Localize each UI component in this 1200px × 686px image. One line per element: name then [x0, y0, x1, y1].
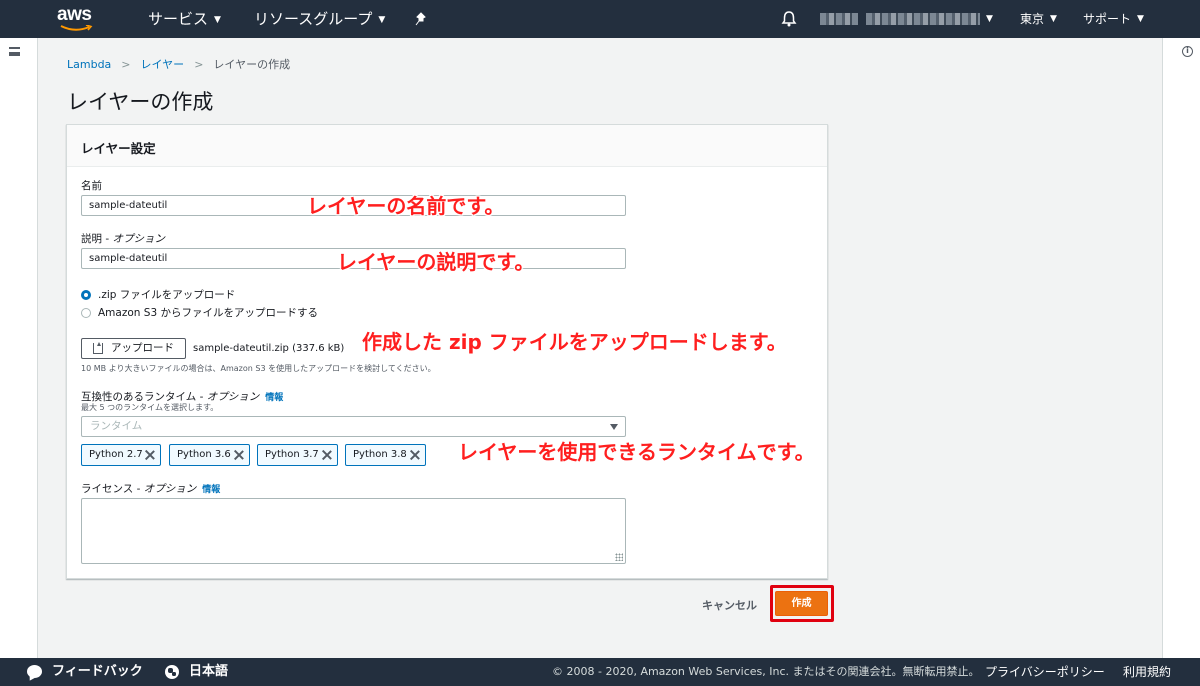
region-menu[interactable]: 東京 ▼ [1020, 0, 1057, 38]
runtime-select[interactable]: ランタイム [81, 416, 626, 437]
chevron-down-icon: ▼ [1050, 14, 1057, 24]
terms-link[interactable]: 利用規約 [1123, 658, 1171, 686]
account-menu-caret[interactable]: ▼ [986, 0, 993, 38]
runtime-placeholder: ランタイム [90, 420, 143, 432]
aws-smile-icon [60, 25, 93, 31]
chevron-right-icon: > [194, 58, 204, 71]
support-label: サポート [1083, 12, 1132, 26]
account-name-redacted [820, 13, 858, 25]
account-name-redacted [866, 13, 980, 25]
close-icon[interactable] [145, 450, 155, 460]
chevron-down-icon: ▼ [378, 15, 386, 25]
top-navigation: aws サービス ▼ リソースグループ ▼ ▼ 東京 ▼ サポート ▼ [0, 0, 1200, 38]
description-label: 説明 - オプション [81, 233, 165, 245]
resize-handle-icon[interactable] [615, 553, 623, 561]
license-label-text: ライセンス [81, 483, 134, 495]
right-help-rail: i [1162, 38, 1200, 658]
pin-icon[interactable] [414, 0, 428, 38]
language-selector[interactable]: 日本語 [189, 658, 228, 686]
support-menu[interactable]: サポート ▼ [1083, 0, 1144, 38]
hamburger-icon[interactable] [9, 47, 20, 56]
runtime-token-label: Python 3.7 [265, 449, 319, 460]
optional-label: オプション [143, 483, 197, 495]
resource-groups-label: リソースグループ [254, 10, 373, 28]
chevron-down-icon: ▼ [214, 15, 221, 25]
runtime-token: Python 3.8 [345, 444, 426, 466]
annotation-name: レイヤーの名前です。 [307, 194, 505, 218]
create-button[interactable]: 作成 [775, 591, 828, 616]
license-info-link[interactable]: 情報 [202, 485, 220, 495]
footer: フィードバック 日本語 © 2008 - 2020, Amazon Web Se… [0, 658, 1200, 686]
close-icon[interactable] [234, 450, 244, 460]
left-navigation-rail [0, 38, 38, 658]
description-label-text: 説明 [81, 233, 102, 245]
runtime-sublabel: 最大 5 つのランタイムを選択します。 [81, 403, 219, 412]
annotation-runtime: レイヤーを使用できるランタイムです。 [458, 440, 815, 464]
breadcrumb-lambda[interactable]: Lambda [67, 58, 111, 71]
resource-groups-menu[interactable]: リソースグループ ▼ [254, 0, 385, 38]
close-icon[interactable] [322, 450, 332, 460]
feedback-icon [27, 665, 42, 678]
runtime-token: Python 3.7 [257, 444, 338, 466]
caret-down-icon [610, 424, 618, 430]
feedback-link[interactable]: フィードバック [52, 658, 143, 686]
services-menu[interactable]: サービス ▼ [148, 0, 221, 38]
bell-icon[interactable] [781, 0, 797, 38]
close-icon[interactable] [410, 450, 420, 460]
runtime-token: Python 3.6 [169, 444, 250, 466]
uploaded-filename: sample-dateutil.zip (337.6 kB) [193, 343, 345, 354]
globe-icon [165, 665, 179, 679]
aws-logo[interactable]: aws [57, 4, 99, 34]
region-label: 東京 [1020, 12, 1045, 26]
license-textarea[interactable] [81, 498, 626, 564]
optional-label: オプション [112, 233, 165, 245]
radio-label: Amazon S3 からファイルをアップロードする [98, 307, 318, 319]
info-icon[interactable]: i [1182, 46, 1193, 57]
chevron-down-icon: ▼ [1137, 14, 1144, 24]
upload-button[interactable]: アップロード [81, 338, 186, 359]
upload-icon [93, 342, 103, 354]
breadcrumb-current: レイヤーの作成 [213, 58, 291, 71]
panel-title: レイヤー設定 [81, 141, 156, 156]
cancel-button[interactable]: キャンセル [702, 597, 757, 613]
chevron-right-icon: > [121, 58, 131, 71]
radio-unchecked[interactable] [81, 308, 91, 318]
breadcrumb-layers[interactable]: レイヤー [141, 58, 185, 71]
license-label: ライセンス - オプション 情報 [81, 483, 221, 495]
upload-button-label: アップロード [111, 342, 174, 354]
privacy-policy-link[interactable]: プライバシーポリシー [985, 658, 1105, 686]
annotation-description: レイヤーの説明です。 [337, 250, 535, 274]
aws-logo-text: aws [57, 4, 92, 25]
copyright: © 2008 - 2020, Amazon Web Services, Inc.… [552, 665, 980, 678]
radio-label: .zip ファイルをアップロード [98, 289, 236, 301]
annotation-upload: 作成した zip ファイルをアップロードします。 [362, 330, 787, 354]
services-label: サービス [148, 10, 209, 28]
upload-hint: 10 MB より大きいファイルの場合は、Amazon S3 を使用したアップロー… [81, 364, 436, 373]
name-label: 名前 [81, 180, 102, 192]
runtime-token-label: Python 2.7 [89, 449, 143, 460]
runtime-token-label: Python 3.8 [353, 449, 407, 460]
runtime-info-link[interactable]: 情報 [265, 393, 283, 403]
runtime-token-label: Python 3.6 [177, 449, 231, 460]
panel-header: レイヤー設定 [67, 125, 827, 167]
page-title: レイヤーの作成 [67, 90, 214, 114]
radio-checked[interactable] [81, 290, 91, 300]
runtime-token: Python 2.7 [81, 444, 161, 466]
breadcrumb: Lambda > レイヤー > レイヤーの作成 [67, 56, 290, 72]
